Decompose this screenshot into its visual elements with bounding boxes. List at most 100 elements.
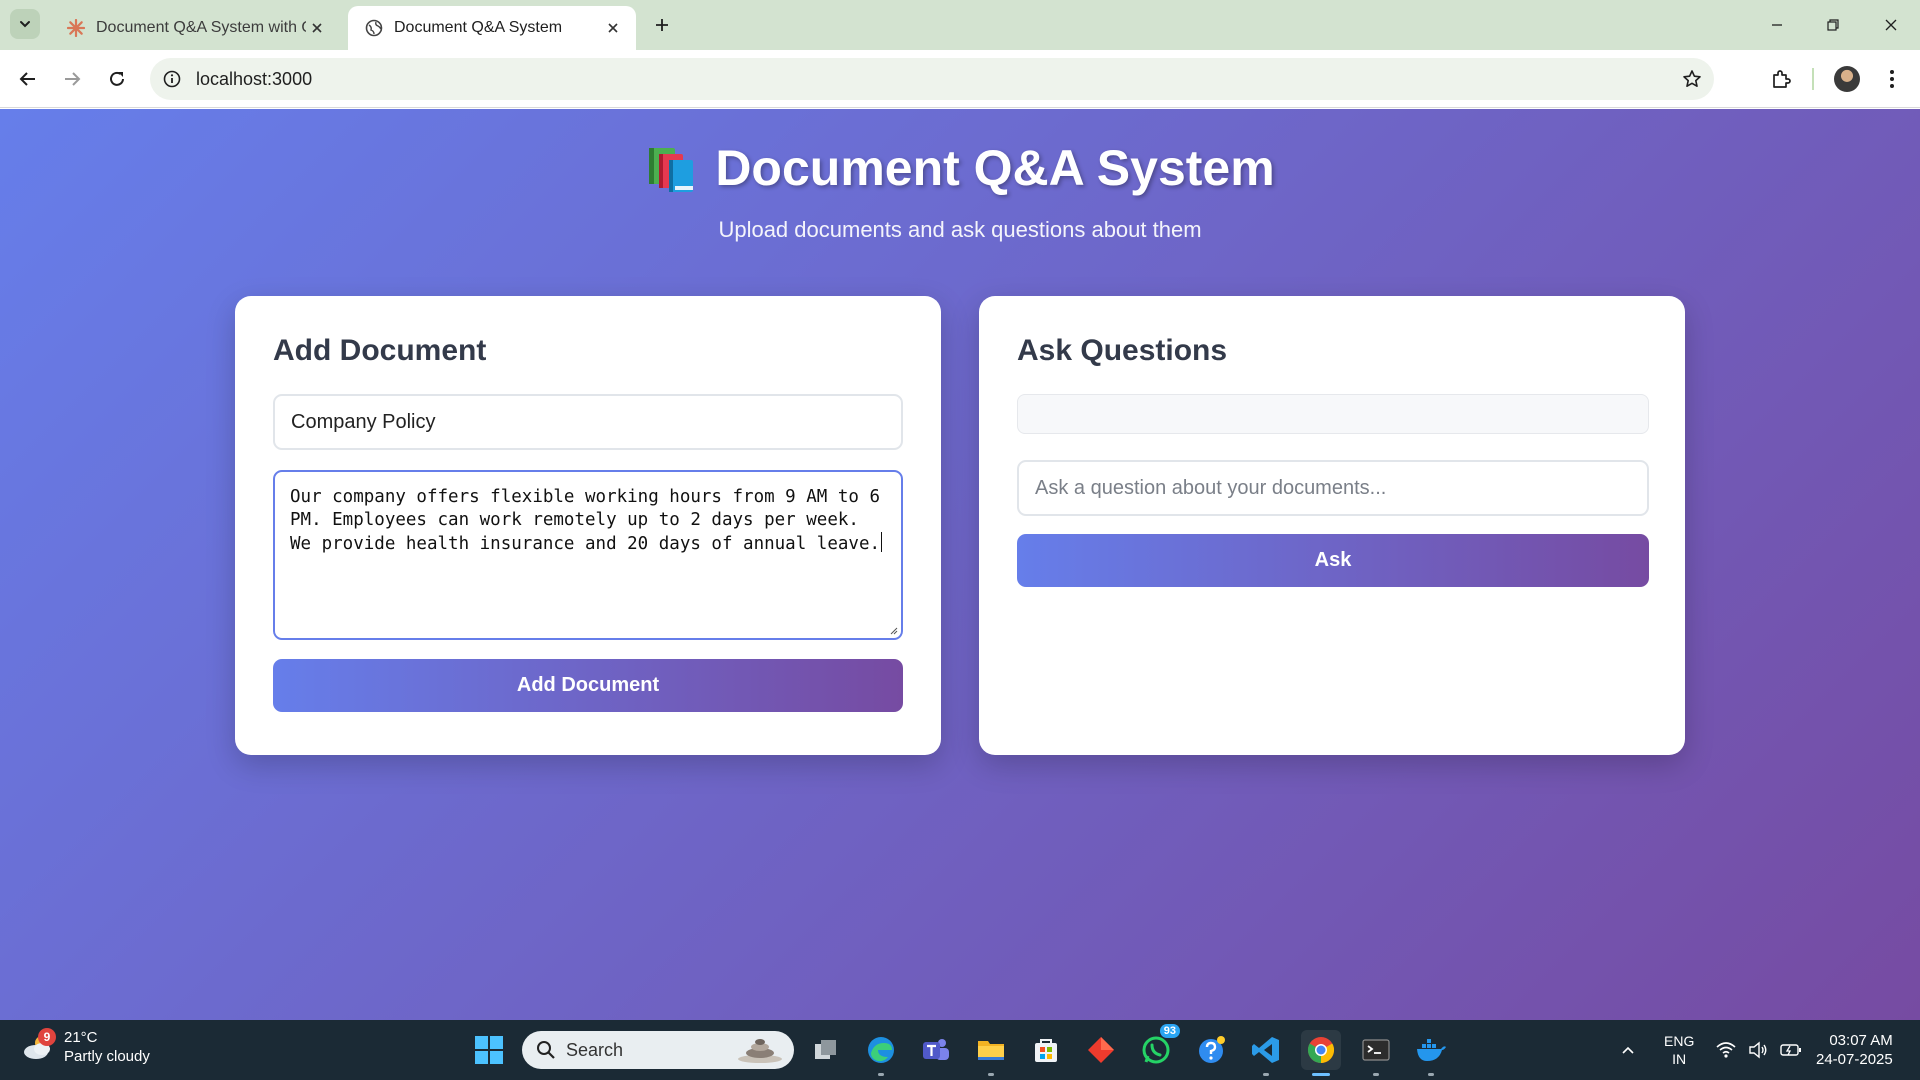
terminal-taskbar-button[interactable] — [1356, 1030, 1396, 1076]
chevron-up-icon — [1622, 1046, 1634, 1054]
toolbar-divider — [1812, 68, 1814, 90]
app-red-diamond-taskbar-button[interactable] — [1081, 1030, 1121, 1070]
forward-button[interactable] — [56, 63, 88, 95]
minimize-button[interactable] — [1762, 10, 1792, 40]
task-view-button[interactable] — [806, 1030, 846, 1070]
taskbar-search-box[interactable]: Search — [522, 1031, 794, 1069]
globe-icon — [364, 18, 384, 38]
search-highlight-icon — [738, 1039, 782, 1063]
terminal-icon — [1362, 1039, 1390, 1061]
tab-document-qa-claude[interactable]: Document Q&A System with Q — [50, 6, 340, 50]
task-view-icon — [815, 1040, 836, 1059]
ask-questions-heading: Ask Questions — [1017, 334, 1228, 367]
close-window-button[interactable] — [1876, 10, 1906, 40]
answer-output-area — [1017, 394, 1649, 434]
tab-title: Document Q&A System with Q — [96, 19, 306, 36]
folder-icon — [978, 1041, 1004, 1060]
whatsapp-icon — [1142, 1036, 1170, 1064]
tab-title: Document Q&A System — [394, 19, 563, 36]
plus-icon — [656, 19, 668, 31]
add-document-heading: Add Document — [273, 334, 487, 367]
browser-tab-strip: Document Q&A System with Q Document Q&A … — [0, 0, 1920, 50]
edge-taskbar-button[interactable] — [861, 1030, 901, 1076]
running-indicator — [1263, 1073, 1269, 1076]
page-subtitle: Upload documents and ask questions about… — [718, 217, 1202, 242]
more-vertical-icon — [1890, 70, 1894, 88]
store-icon — [1035, 1039, 1057, 1062]
show-hidden-icons-button[interactable] — [1620, 1020, 1636, 1080]
document-title-input[interactable]: Company Policy — [273, 394, 903, 450]
docker-icon — [1417, 1039, 1446, 1061]
arrow-right-icon — [65, 72, 81, 86]
weather-condition: Partly cloudy — [64, 1048, 150, 1065]
running-indicator — [878, 1073, 884, 1076]
weather-alert-badge: 9 — [38, 1028, 56, 1046]
close-icon[interactable] — [306, 17, 328, 39]
app-page: Document Q&A System Upload documents and… — [0, 109, 1920, 1020]
vscode-taskbar-button[interactable] — [1246, 1030, 1286, 1076]
reload-button[interactable] — [101, 63, 133, 95]
help-taskbar-button[interactable] — [1191, 1030, 1231, 1070]
question-placeholder: Ask a question about your documents... — [1035, 476, 1387, 499]
taskbar-search-label: Search — [566, 1039, 624, 1060]
tab-search-button[interactable] — [10, 9, 40, 39]
language-indicator[interactable]: ENG IN — [1664, 1020, 1694, 1080]
app-header: Document Q&A System Upload documents and… — [0, 139, 1920, 243]
whatsapp-taskbar-button[interactable]: 93 — [1136, 1024, 1180, 1070]
docker-taskbar-button[interactable] — [1411, 1030, 1451, 1076]
minimize-icon — [1772, 24, 1782, 26]
arrow-left-icon — [19, 72, 35, 86]
edge-icon — [868, 1037, 894, 1063]
weather-temperature: 21°C — [64, 1029, 98, 1046]
reload-icon — [110, 71, 124, 86]
document-content-value: Our company offers flexible working hour… — [290, 487, 881, 554]
new-tab-button[interactable] — [648, 11, 676, 39]
restore-button[interactable] — [1818, 10, 1848, 40]
wifi-icon — [1716, 1042, 1736, 1058]
browser-toolbar: localhost:3000 — [0, 50, 1920, 108]
menu-button[interactable] — [1876, 63, 1908, 95]
teams-icon — [923, 1039, 949, 1060]
file-explorer-taskbar-button[interactable] — [971, 1030, 1011, 1076]
weather-widget[interactable]: 9 21°C Partly cloudy — [22, 1028, 150, 1066]
language-line1: ENG — [1664, 1033, 1695, 1049]
running-indicator — [1428, 1073, 1434, 1076]
vscode-icon — [1252, 1037, 1279, 1063]
system-tray-icons[interactable] — [1716, 1020, 1802, 1080]
running-indicator — [1373, 1073, 1379, 1076]
tab-document-qa-system[interactable]: Document Q&A System — [348, 6, 636, 50]
text-caret — [881, 532, 883, 552]
clock-date: 24-07-2025 — [1816, 1051, 1893, 1068]
whatsapp-unread-badge: 93 — [1159, 1024, 1180, 1038]
books-icon — [645, 142, 697, 194]
avatar — [1834, 66, 1860, 92]
running-indicator — [988, 1073, 994, 1076]
teams-taskbar-button[interactable] — [916, 1030, 956, 1070]
page-title-text: Document Q&A System — [715, 140, 1275, 196]
store-taskbar-button[interactable] — [1026, 1030, 1066, 1070]
help-icon — [1199, 1036, 1225, 1063]
address-bar[interactable]: localhost:3000 — [150, 58, 1714, 100]
profile-button[interactable] — [1831, 63, 1863, 95]
claude-favicon-icon — [66, 18, 86, 38]
bookmark-star-icon[interactable] — [1680, 67, 1704, 91]
language-line2: IN — [1672, 1051, 1687, 1067]
url-text[interactable]: localhost:3000 — [196, 69, 312, 90]
document-content-textarea[interactable]: Our company offers flexible working hour… — [273, 470, 903, 640]
question-input[interactable]: Ask a question about your documents... — [1017, 460, 1649, 516]
start-button[interactable] — [469, 1030, 509, 1070]
back-button[interactable] — [12, 63, 44, 95]
close-icon[interactable] — [602, 17, 624, 39]
close-icon — [1885, 19, 1897, 31]
site-info-icon[interactable] — [160, 67, 184, 91]
resize-handle-icon[interactable] — [888, 625, 898, 635]
extensions-button[interactable] — [1765, 63, 1797, 95]
windows-logo-icon — [475, 1036, 503, 1064]
add-document-button[interactable]: Add Document — [273, 659, 903, 712]
clock[interactable]: 03:07 AM 24-07-2025 — [1816, 1020, 1893, 1080]
ask-button[interactable]: Ask — [1017, 534, 1649, 587]
chrome-taskbar-button[interactable] — [1301, 1030, 1341, 1076]
document-title-value: Company Policy — [291, 410, 436, 433]
volume-icon — [1749, 1041, 1767, 1059]
red-diamond-icon — [1088, 1037, 1114, 1063]
